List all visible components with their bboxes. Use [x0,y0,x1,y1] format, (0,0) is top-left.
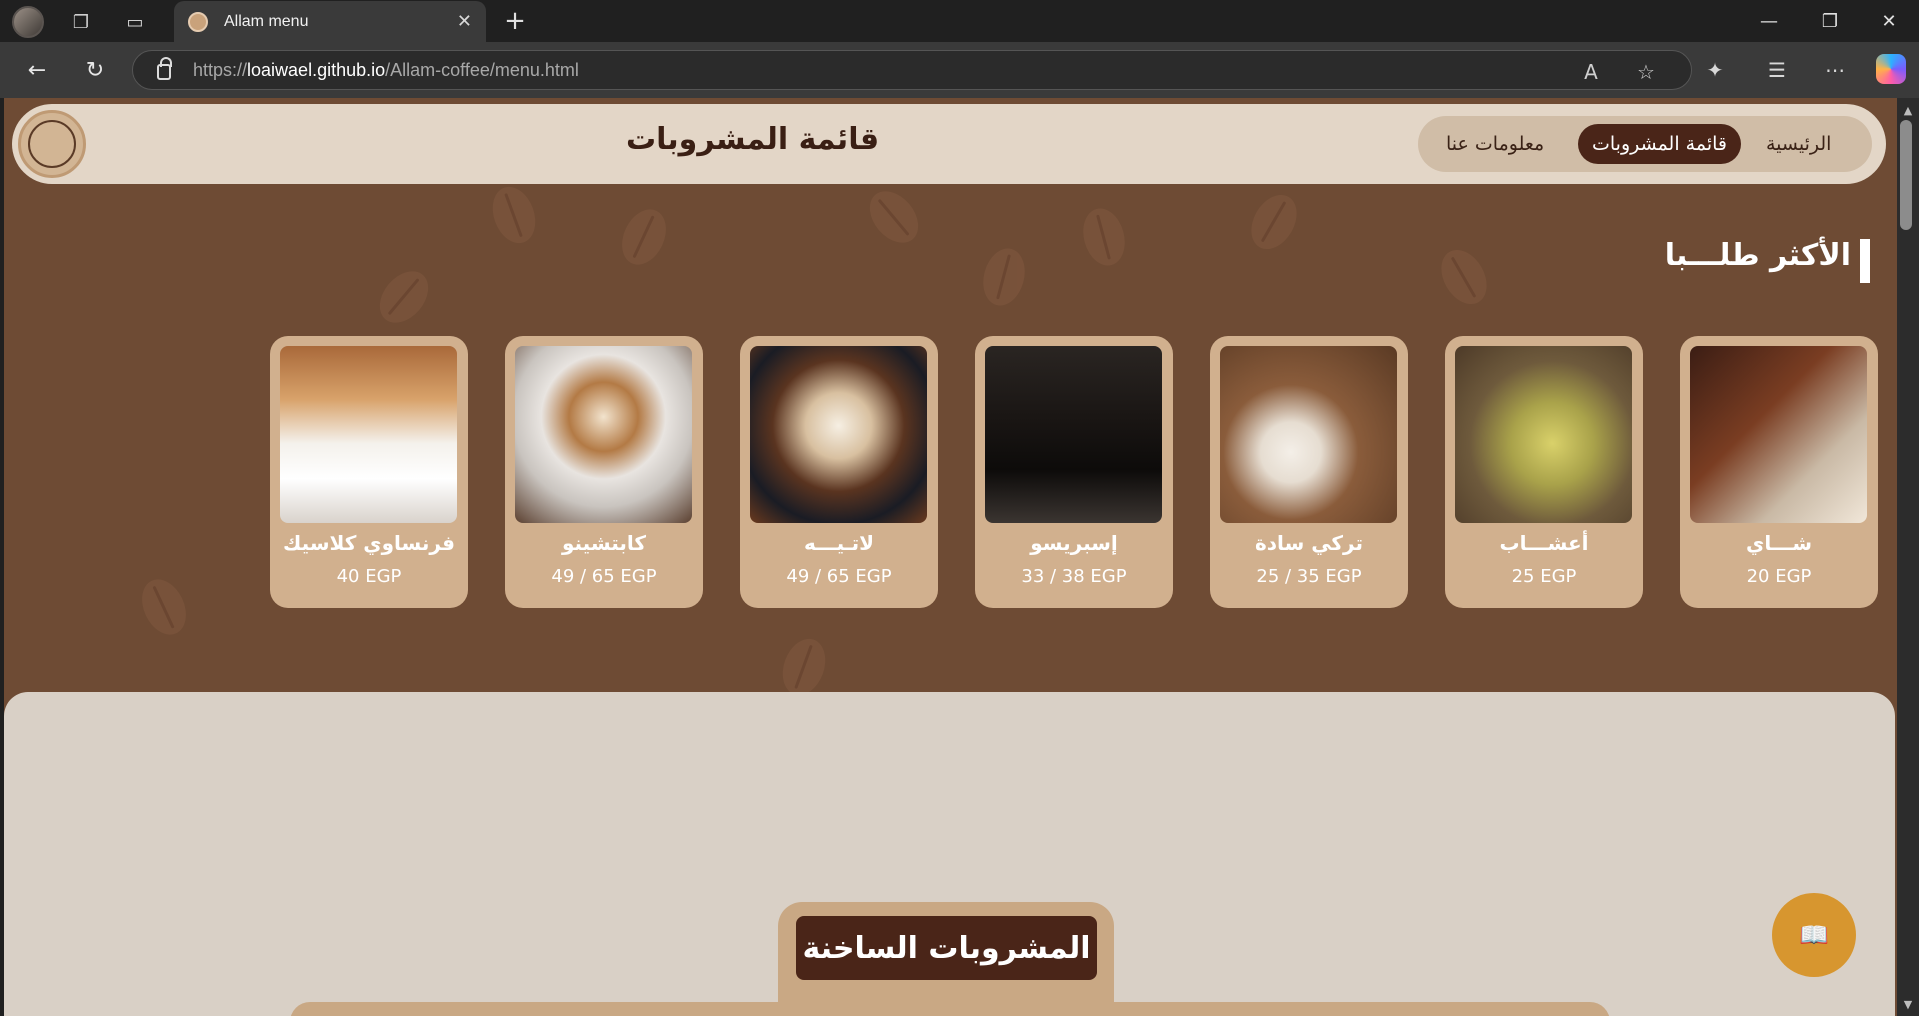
card-name: لاتـيـــه [803,531,875,555]
coffee-bean-decoration [370,261,438,333]
collections-icon[interactable]: ❐ [68,9,94,35]
tab-favicon-icon [188,11,208,32]
card-name: تركي سادة [1254,531,1364,555]
scroll-down-icon[interactable]: ▼ [1897,994,1919,1014]
back-arrow-icon[interactable]: ← [22,55,52,85]
coffee-bean-decoration [1077,203,1131,271]
browser-tab-bar: ❐ ▭ Allam menu ✕ + — ❐ ✕ [0,0,1919,42]
menu-card-cappuccino[interactable]: كابتشينو 49 / 65 EGP [505,336,703,608]
coffee-bean-decoration [1432,241,1496,313]
nav-link-about[interactable]: معلومات عنا [1432,124,1558,164]
address-bar[interactable]: https://loaiwael.github.io/Allam-coffee/… [132,50,1692,90]
site-header: قائمة المشروبات معلومات عنا قائمة المشرو… [12,104,1886,184]
main-nav: معلومات عنا قائمة المشروبات الرئيسية [1418,116,1872,172]
coffee-bean-decoration [775,632,833,702]
card-price: 25 / 35 EGP [1256,566,1362,587]
popular-heading: الأكثر طلـــبا [1664,238,1851,273]
card-price: 49 / 65 EGP [551,566,657,587]
coffee-bean-decoration [977,243,1031,311]
menu-card-espresso[interactable]: إسبريسو 33 / 38 EGP [975,336,1173,608]
coffee-bean-decoration [485,180,543,250]
hot-drinks-strip [290,1002,1610,1016]
tab-title: Allam menu [224,12,309,30]
coffee-bean-decoration [133,572,195,642]
card-name: إسبريسو [1030,531,1118,555]
french-coffee-image [280,346,457,523]
section-heading-accent [1860,239,1870,283]
card-price: 49 / 65 EGP [786,566,892,587]
menu-card-turkish[interactable]: تركي سادة 25 / 35 EGP [1210,336,1408,608]
card-price: 40 EGP [336,566,402,587]
coffee-bean-decoration [613,202,675,272]
more-menu-icon[interactable]: ⋯ [1820,55,1850,85]
menu-card-latte[interactable]: لاتـيـــه 49 / 65 EGP [740,336,938,608]
menu-card-herbs[interactable]: أعشـــاب 25 EGP [1445,336,1643,608]
refresh-icon[interactable]: ↻ [80,55,110,85]
menu-card-french[interactable]: فرنساوي كلاسيك 40 EGP [270,336,468,608]
restore-icon[interactable]: ❐ [1815,8,1845,34]
copilot-icon[interactable] [1876,54,1906,84]
tab-close-icon[interactable]: ✕ [457,11,472,32]
favorites-icon[interactable]: ☰ [1762,55,1792,85]
allam-coffee-logo[interactable] [18,110,86,178]
page-title: قائمة المشروبات [626,122,880,157]
herbs-image [1455,346,1632,523]
turkish-coffee-image [1220,346,1397,523]
card-price: 25 EGP [1511,566,1577,587]
logo-emblem [28,120,76,168]
card-price: 20 EGP [1746,566,1812,587]
book-icon: 📖 [1799,921,1829,949]
menu-book-button[interactable]: 📖 [1772,893,1856,977]
espresso-image [985,346,1162,523]
lock-icon[interactable] [157,57,172,80]
menu-card-tea[interactable]: شـــاي 20 EGP [1680,336,1878,608]
latte-image [750,346,927,523]
minimize-icon[interactable]: — [1754,8,1784,34]
favorite-star-icon[interactable]: ☆ [1633,59,1659,85]
scroll-up-icon[interactable]: ▲ [1897,100,1919,120]
card-name: فرنساوي كلاسيك [283,531,455,555]
hot-drinks-title: المشروبات الساخنة [796,916,1097,980]
cappuccino-image [515,346,692,523]
new-tab-button[interactable]: + [500,6,530,36]
nav-link-menu[interactable]: قائمة المشروبات [1578,124,1741,164]
read-aloud-icon[interactable]: A [1578,59,1604,85]
coffee-bean-decoration [860,181,928,253]
extensions-icon[interactable]: ✦ [1700,55,1730,85]
card-name: كابتشينو [561,531,647,555]
browser-toolbar: ← ↻ https://loaiwael.github.io/Allam-cof… [0,42,1919,98]
browser-tab-active[interactable]: Allam menu ✕ [174,1,486,42]
url-text: https://loaiwael.github.io/Allam-coffee/… [193,59,579,80]
card-price: 33 / 38 EGP [1021,566,1127,587]
profile-avatar[interactable] [12,6,44,38]
nav-link-home[interactable]: الرئيسية [1752,124,1845,164]
card-name: أعشـــاب [1499,531,1589,555]
close-window-icon[interactable]: ✕ [1874,8,1904,34]
tea-image [1690,346,1867,523]
coffee-bean-decoration [1242,186,1306,258]
page-scrollbar[interactable] [1897,98,1919,1016]
card-name: شـــاي [1745,531,1812,555]
scrollbar-thumb[interactable] [1900,120,1912,230]
tab-actions-icon[interactable]: ▭ [122,9,148,35]
